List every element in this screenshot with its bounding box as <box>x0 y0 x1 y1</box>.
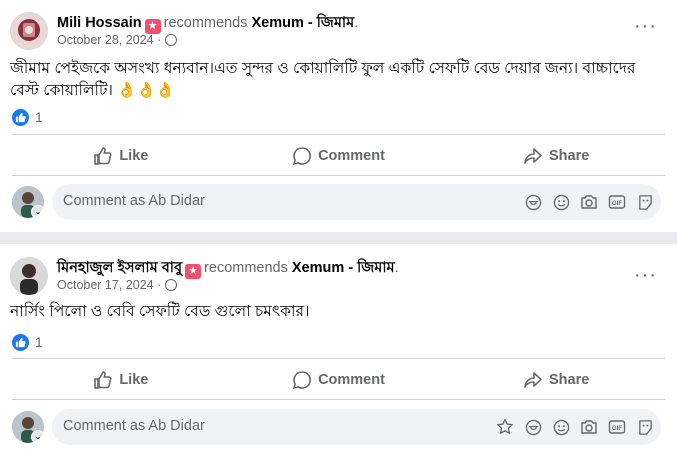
svg-text:GIF: GIF <box>612 201 622 207</box>
sticker-face-icon[interactable] <box>635 192 655 212</box>
share-label: Share <box>549 148 590 164</box>
comment-label: Comment <box>318 148 385 164</box>
like-reaction-icon <box>12 108 29 126</box>
globe-icon <box>165 34 178 46</box>
recommend-verb: recommends <box>204 260 288 276</box>
like-label: Like <box>119 372 149 388</box>
like-button[interactable]: Like <box>12 138 230 174</box>
comment-icon <box>292 371 312 390</box>
comment-tools: GIF <box>495 417 655 437</box>
page-name[interactable]: Xemum - জিমাম <box>251 15 354 31</box>
divider <box>12 358 665 359</box>
camera-icon[interactable] <box>579 192 599 212</box>
share-button[interactable]: Share <box>447 138 665 174</box>
comment-button[interactable]: Comment <box>230 138 448 174</box>
post-meta: October 28, 2024 · <box>57 33 178 47</box>
emoji-icon[interactable] <box>551 192 571 212</box>
post-card: মিনহাজুল ইসলাম বাবু ★ recommends Xemum - জ… <box>0 244 677 453</box>
reaction-summary[interactable]: 1 <box>12 333 43 351</box>
post-text: জীমাম পেইজকে অসংখ্য ধন্যবান।এত সুন্দর ও … <box>10 60 636 99</box>
avatar-sticker-icon[interactable] <box>523 192 543 212</box>
comment-placeholder: Comment as Ab Didar <box>63 418 205 434</box>
comment-label: Comment <box>318 372 385 388</box>
share-label: Share <box>549 372 590 388</box>
more-options-icon[interactable]: ··· <box>634 16 657 36</box>
gif-icon[interactable]: GIF <box>607 417 627 437</box>
camera-icon[interactable] <box>579 417 599 437</box>
comment-icon <box>292 147 312 166</box>
like-reaction-icon <box>12 333 29 351</box>
like-button[interactable]: Like <box>12 362 230 398</box>
post-actions: Like Comment Share <box>12 138 665 174</box>
sticker-icon[interactable] <box>495 417 515 437</box>
like-icon <box>94 147 112 165</box>
divider <box>12 399 665 400</box>
author-name[interactable]: মিনহাজুল ইসলাম বাবু <box>57 260 182 276</box>
post-header: Mili Hossain ★ recommends Xemum - জিমাম. O… <box>8 10 677 54</box>
chevron-down-icon[interactable]: ⌄ <box>31 430 44 443</box>
post-actions: Like Comment Share <box>12 362 665 398</box>
recommend-verb: recommends <box>163 15 248 31</box>
share-icon <box>524 148 542 164</box>
post-header: মিনহাজুল ইসলাম বাবু ★ recommends Xemum - জ… <box>8 255 677 299</box>
comment-button[interactable]: Comment <box>230 362 448 398</box>
reaction-summary[interactable]: 1 <box>12 108 43 126</box>
page-name[interactable]: Xemum - জিমাম <box>292 260 395 276</box>
svg-text:GIF: GIF <box>612 426 622 432</box>
share-icon <box>524 372 542 388</box>
viewer-avatar[interactable]: ⌄ <box>12 186 44 218</box>
author-name[interactable]: Mili Hossain <box>57 15 142 31</box>
comment-placeholder: Comment as Ab Didar <box>63 193 205 209</box>
comment-composer: ⌄ Comment as Ab Didar GIF <box>12 184 661 220</box>
chevron-down-icon[interactable]: ⌄ <box>31 205 44 218</box>
emoji-icon[interactable] <box>551 417 571 437</box>
share-button[interactable]: Share <box>447 362 665 398</box>
avatar-sticker-icon[interactable] <box>523 417 543 437</box>
author-avatar[interactable] <box>10 257 48 295</box>
divider <box>12 134 665 135</box>
divider <box>12 175 665 176</box>
comment-tools: GIF <box>523 192 655 212</box>
reaction-count: 1 <box>35 334 43 351</box>
viewer-avatar[interactable]: ⌄ <box>12 411 44 443</box>
post-date[interactable]: October 28, 2024 · <box>57 33 161 47</box>
globe-icon <box>165 279 178 291</box>
post-meta: October 17, 2024 · <box>57 278 178 292</box>
sticker-face-icon[interactable] <box>635 417 655 437</box>
like-label: Like <box>119 148 149 164</box>
like-icon <box>94 371 112 389</box>
post-date[interactable]: October 17, 2024 · <box>57 278 161 292</box>
post-card: Mili Hossain ★ recommends Xemum - জিমাম. O… <box>0 0 677 232</box>
post-text: নার্সিং পিলো ও বেবি সেফটি বেড গুলো চমৎকা… <box>10 303 310 320</box>
more-options-icon[interactable]: ··· <box>634 265 657 285</box>
gif-icon[interactable]: GIF <box>607 192 627 212</box>
recommend-star-icon: ★ <box>144 19 161 34</box>
comment-input[interactable]: Comment as Ab Didar GIF <box>52 184 661 220</box>
comment-input[interactable]: Comment as Ab Didar GIF <box>52 409 661 445</box>
recommend-star-icon: ★ <box>185 264 202 279</box>
reaction-count: 1 <box>35 109 43 126</box>
comment-composer: ⌄ Comment as Ab Didar GIF <box>12 409 661 445</box>
author-avatar[interactable] <box>10 12 48 50</box>
